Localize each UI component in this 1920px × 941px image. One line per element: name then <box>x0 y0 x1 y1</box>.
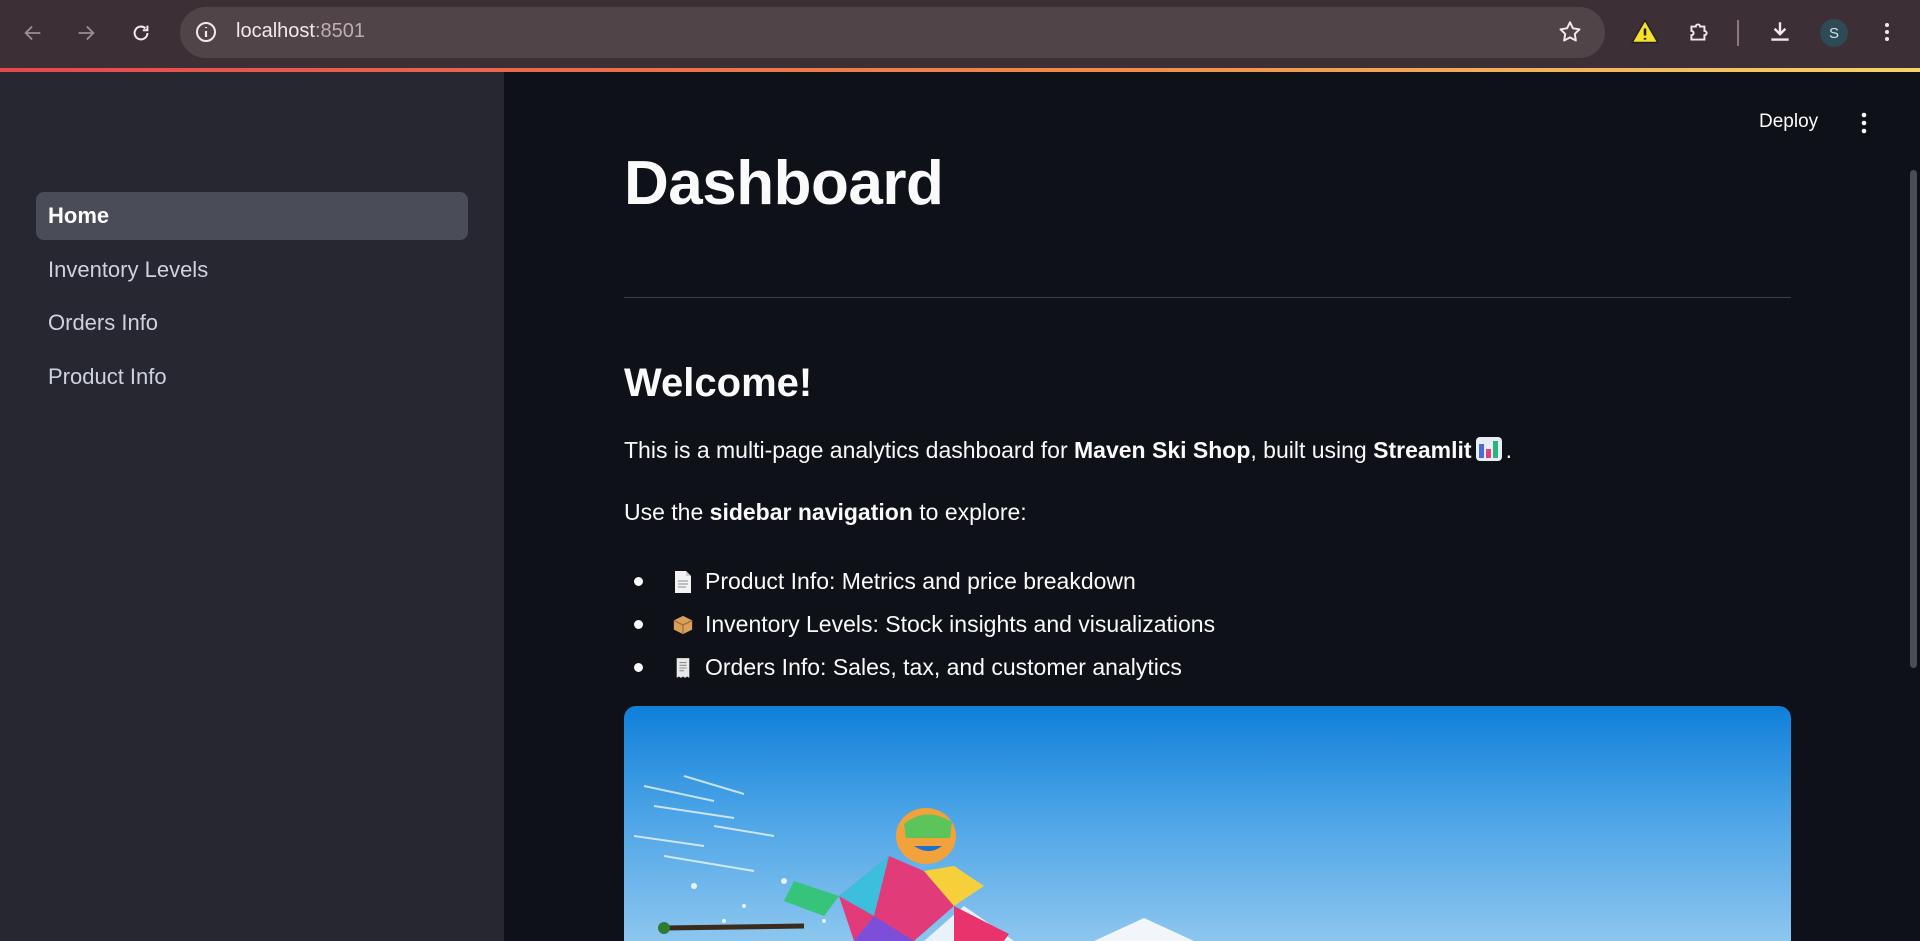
warning-extension-icon[interactable] <box>1630 17 1660 47</box>
app-menu-icon[interactable] <box>1852 110 1876 136</box>
sidebar-item-label: Home <box>48 203 110 228</box>
deploy-button[interactable]: Deploy <box>1759 111 1818 133</box>
bookmark-star-icon[interactable] <box>1557 19 1583 45</box>
page-title: Dashboard <box>624 149 944 218</box>
nav-hint-suffix: to explore: <box>912 499 1027 525</box>
browser-toolbar: localhost:8501 S <box>0 0 1920 68</box>
list-item: Orders Info: Sales, tax, and customer an… <box>624 646 1215 689</box>
skier-illustration <box>633 775 1194 941</box>
list-item: Inventory Levels: Stock insights and vis… <box>624 603 1215 646</box>
bullet-dot <box>634 663 643 672</box>
receipt-icon <box>671 655 695 681</box>
list-item-text: Inventory Levels: Stock insights and vis… <box>705 611 1216 637</box>
nav-hint-paragraph: Use the sidebar navigation to explore: <box>624 499 1027 526</box>
sidebar-item-label: Product Info <box>48 364 167 389</box>
page-icon <box>671 569 695 595</box>
hero-image <box>624 706 1791 941</box>
intro-paragraph: This is a multi-page analytics dashboard… <box>624 437 1512 464</box>
welcome-heading: Welcome! <box>624 361 813 405</box>
profile-initial: S <box>1828 24 1839 42</box>
back-button[interactable] <box>16 16 50 50</box>
list-item-text: Orders Info: Sales, tax, and customer an… <box>705 654 1182 680</box>
reload-icon <box>133 25 149 41</box>
download-icon[interactable] <box>1765 17 1795 47</box>
sidebar-item-label: Inventory Levels <box>48 257 209 282</box>
reload-button[interactable] <box>124 16 158 50</box>
nav-hint-emphasis: sidebar navigation <box>709 499 913 525</box>
nav-hint-prefix: Use the <box>624 499 710 525</box>
intro-suffix: . <box>1505 437 1512 463</box>
bar-chart-icon <box>1475 437 1502 461</box>
extensions-puzzle-icon[interactable] <box>1684 17 1714 47</box>
sidebar-item-orders-info[interactable]: Orders Info <box>36 299 468 347</box>
bullet-dot <box>634 577 643 586</box>
arrow-right-icon <box>78 25 95 41</box>
list-item-text: Product Info: Metrics and price breakdow… <box>705 568 1136 594</box>
feature-list: Product Info: Metrics and price breakdow… <box>624 560 1215 689</box>
shop-name: Maven Ski Shop <box>1074 437 1251 463</box>
title-divider <box>624 297 1791 298</box>
sidebar-item-home[interactable]: Home <box>36 192 468 240</box>
forward-button[interactable] <box>69 16 103 50</box>
address-bar[interactable]: localhost:8501 <box>180 7 1605 58</box>
bullet-dot <box>634 620 643 629</box>
toolbar-divider <box>1737 20 1739 46</box>
arrow-left-icon <box>24 25 41 41</box>
sidebar-item-product-info[interactable]: Product Info <box>36 353 468 401</box>
sidebar-item-label: Orders Info <box>48 310 159 335</box>
url-port: :8501 <box>314 20 365 42</box>
framework-name: Streamlit <box>1373 437 1472 463</box>
package-icon <box>671 612 695 638</box>
profile-avatar[interactable]: S <box>1820 19 1848 47</box>
list-item: Product Info: Metrics and price breakdow… <box>624 560 1215 603</box>
intro-middle: , built using <box>1250 437 1374 463</box>
browser-menu-icon[interactable] <box>1872 17 1902 47</box>
url-text[interactable]: localhost:8501 <box>236 20 365 43</box>
scrollbar-thumb[interactable] <box>1910 170 1917 668</box>
intro-prefix: This is a multi-page analytics dashboard… <box>624 437 1074 463</box>
site-info-icon[interactable] <box>194 20 218 44</box>
sidebar-item-inventory-levels[interactable]: Inventory Levels <box>36 246 468 294</box>
url-host: localhost <box>236 20 315 42</box>
